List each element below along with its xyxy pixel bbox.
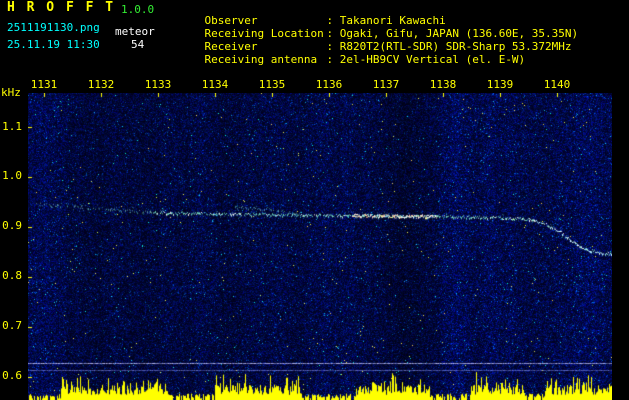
app-version: 1.0.0 <box>121 3 155 16</box>
x-tick-label: 1139 <box>486 78 514 91</box>
x-tick-label: 1134 <box>201 78 229 91</box>
x-tick-label: 1133 <box>144 78 172 91</box>
x-tick-label: 1138 <box>429 78 457 91</box>
y-tick-label: 1.1 <box>2 120 22 133</box>
freq-unit-label: kHz <box>1 86 21 99</box>
mode-label: meteor <box>115 25 155 38</box>
x-tick-label: 1131 <box>30 78 58 91</box>
datetime-label: 25.11.19 11:30 <box>7 38 100 51</box>
y-tick-label: 0.7 <box>2 319 22 332</box>
spectrogram-canvas <box>28 93 612 400</box>
x-tick-label: 1137 <box>372 78 400 91</box>
x-tick-label: 1140 <box>543 78 571 91</box>
y-tick-label: 0.8 <box>2 269 22 282</box>
info-value: 2el-HB9CV Vertical (el. E-W) <box>339 53 526 66</box>
y-tick-label: 0.9 <box>2 219 22 232</box>
x-tick-label: 1135 <box>258 78 286 91</box>
output-filename: 2511191130.png <box>7 21 100 34</box>
app-title: H R O F F T <box>7 0 116 15</box>
info-label: Receiving antenna <box>204 53 318 66</box>
x-tick-label: 1132 <box>87 78 115 91</box>
y-tick-label: 1.0 <box>2 169 22 182</box>
x-tick-label: 1136 <box>315 78 343 91</box>
info-row-antenna: Receiving antenna: 2el-HB9CV Vertical (e… <box>178 42 526 78</box>
hrofft-screenshot: H R O F F T 1.0.0 2511191130.png meteor … <box>0 0 629 400</box>
y-tick-label: 0.6 <box>2 369 22 382</box>
echo-count: 54 <box>131 38 145 51</box>
info-colon: : <box>326 53 340 66</box>
